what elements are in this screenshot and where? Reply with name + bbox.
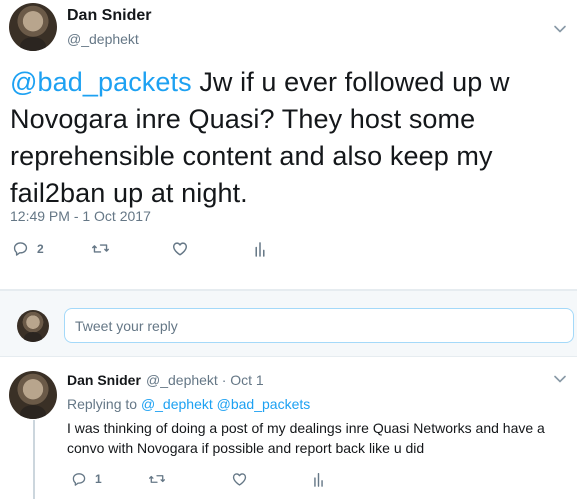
like-icon (171, 240, 189, 257)
author-handle[interactable]: @_dephekt (67, 31, 139, 47)
timestamp[interactable]: 12:49 PM - 1 Oct 2017 (10, 208, 151, 224)
analytics-icon (312, 471, 325, 487)
like-button[interactable] (171, 240, 189, 257)
reply-count: 1 (95, 472, 102, 486)
avatar[interactable] (9, 371, 57, 419)
replying-to-label: Replying to (67, 396, 141, 412)
retweet-button[interactable] (91, 240, 110, 257)
reply-button[interactable]: 1 (71, 471, 102, 487)
chevron-down-icon[interactable] (553, 22, 567, 36)
reply-icon (71, 471, 87, 487)
reply-button[interactable]: 2 (12, 240, 44, 257)
main-tweet: Dan Snider @_dephekt @bad_packets Jw if … (0, 0, 577, 289)
reply-tweet[interactable]: Dan Snider @_dephekt · Oct 1 Replying to… (0, 358, 577, 499)
avatar[interactable] (9, 3, 57, 51)
reply-text: I was thinking of doing a post of my dea… (67, 420, 545, 456)
replying-to-mentions[interactable]: @_dephekt @bad_packets (141, 396, 310, 412)
mention-link[interactable]: @bad_packets (10, 67, 192, 97)
replying-to: Replying to @_dephekt @bad_packets (67, 396, 310, 412)
analytics-button[interactable] (253, 240, 267, 257)
like-icon (231, 471, 248, 487)
reply-meta[interactable]: @_dephekt · Oct 1 (146, 372, 264, 388)
retweet-button[interactable] (148, 471, 166, 487)
reply-composer: Tweet your reply (0, 291, 577, 357)
reply-input[interactable]: Tweet your reply (64, 308, 574, 343)
analytics-button[interactable] (312, 471, 325, 487)
reply-author-name[interactable]: Dan Snider (67, 372, 141, 388)
author-name[interactable]: Dan Snider (67, 7, 151, 25)
reply-icon (12, 240, 29, 257)
retweet-icon (148, 471, 166, 487)
like-button[interactable] (231, 471, 248, 487)
chevron-down-icon[interactable] (553, 372, 567, 386)
tweet-text: @bad_packets Jw if u ever followed up w … (10, 64, 570, 212)
thread-line (33, 420, 35, 499)
analytics-icon (253, 240, 267, 257)
retweet-icon (91, 240, 110, 257)
reply-count: 2 (37, 241, 44, 256)
avatar (17, 310, 49, 342)
